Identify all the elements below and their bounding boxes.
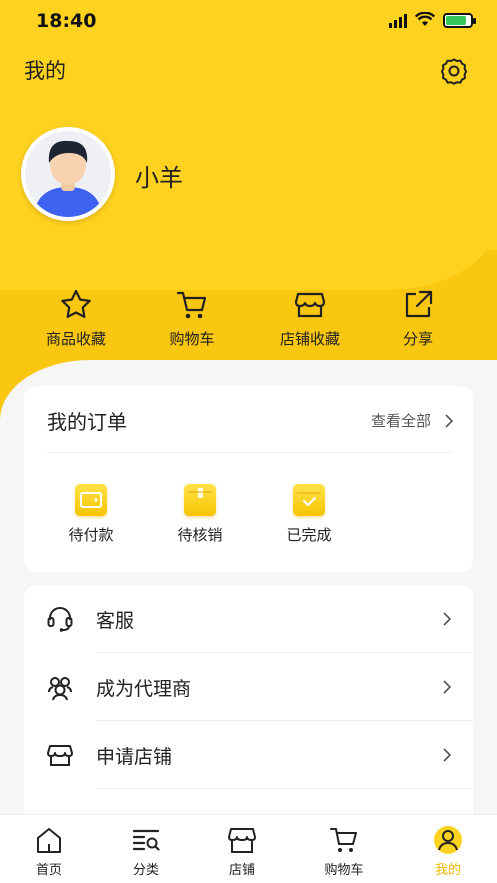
- quick-action-cart[interactable]: 购物车: [132, 288, 252, 349]
- tab-label: 店铺: [228, 863, 255, 878]
- tab-label: 分类: [132, 863, 159, 878]
- chevron-right-icon: [443, 680, 451, 694]
- store-icon: [228, 828, 256, 853]
- tab-bar: 首页 分类 店铺 购物车 我的: [0, 814, 497, 883]
- headset-icon: [47, 607, 73, 632]
- order-pending-payment[interactable]: 待付款: [46, 484, 136, 545]
- order-label: 待付款: [68, 526, 114, 544]
- chevron-right-icon: [445, 413, 453, 428]
- tab-category[interactable]: 分类: [111, 825, 181, 878]
- avatar[interactable]: [21, 127, 115, 221]
- category-icon: [132, 829, 160, 851]
- avatar-image: [25, 131, 111, 217]
- orders-view-all[interactable]: 查看全部: [371, 410, 453, 431]
- orders-title: 我的订单: [47, 410, 127, 434]
- order-label: 待核销: [177, 526, 223, 544]
- star-icon: [61, 289, 91, 318]
- quick-actions: 商品收藏 购物车 店铺收藏 分享: [0, 288, 497, 358]
- view-all-label: 查看全部: [370, 412, 431, 430]
- tab-profile[interactable]: 我的: [413, 825, 483, 878]
- menu-item-apply-store[interactable]: 申请店铺: [24, 721, 473, 789]
- tab-store[interactable]: 店铺: [207, 825, 277, 878]
- quick-action-share[interactable]: 分享: [358, 288, 478, 349]
- menu-label: 客服: [96, 609, 135, 632]
- wifi-icon: [415, 12, 435, 26]
- store-icon: [294, 292, 326, 318]
- box-icon: [184, 484, 216, 516]
- status-icons: [389, 12, 476, 28]
- quick-action-label: 店铺收藏: [279, 330, 340, 348]
- status-bar: 18:40: [0, 0, 497, 44]
- tab-label: 购物车: [324, 863, 364, 878]
- tab-label: 首页: [35, 863, 62, 878]
- order-label: 已完成: [286, 526, 332, 544]
- orders-divider: [46, 452, 451, 453]
- quick-action-store-favorites[interactable]: 店铺收藏: [250, 288, 370, 349]
- menu-item-customer-service[interactable]: 客服: [24, 585, 473, 653]
- menu-label: 成为代理商: [96, 677, 192, 700]
- store-icon: [47, 745, 73, 766]
- home-icon: [37, 828, 61, 853]
- orders-card: 我的订单 查看全部 待付款 待核销 已完成: [24, 386, 473, 572]
- order-completed[interactable]: 已完成: [264, 484, 354, 545]
- tab-label: 我的: [434, 863, 461, 878]
- menu-card: 客服 成为代理商 申请店铺: [24, 585, 473, 825]
- menu-label: 申请店铺: [96, 745, 173, 768]
- tab-cart[interactable]: 购物车: [309, 825, 379, 878]
- chevron-right-icon: [443, 748, 451, 762]
- tab-home[interactable]: 首页: [14, 825, 84, 878]
- battery-icon: [443, 12, 476, 28]
- share-icon: [405, 290, 433, 318]
- settings-icon[interactable]: [440, 57, 468, 85]
- page-title: 我的: [24, 59, 66, 83]
- wallet-icon: [75, 484, 107, 516]
- signal-icon: [389, 12, 407, 28]
- username: 小羊: [135, 164, 183, 192]
- cart-icon: [330, 828, 357, 852]
- menu-item-become-agent[interactable]: 成为代理商: [24, 653, 473, 721]
- quick-action-favorites[interactable]: 商品收藏: [16, 288, 136, 349]
- agent-icon: [48, 677, 72, 701]
- cart-icon: [176, 291, 207, 319]
- quick-action-label: 商品收藏: [45, 330, 106, 348]
- quick-action-label: 分享: [402, 330, 433, 348]
- completed-box-icon: [293, 484, 325, 516]
- status-time: 18:40: [36, 10, 97, 32]
- menu-divider: [96, 788, 473, 789]
- order-pending-redeem[interactable]: 待核销: [155, 484, 245, 545]
- quick-action-label: 购物车: [169, 330, 215, 348]
- profile-icon: [434, 826, 462, 854]
- chevron-right-icon: [443, 612, 451, 626]
